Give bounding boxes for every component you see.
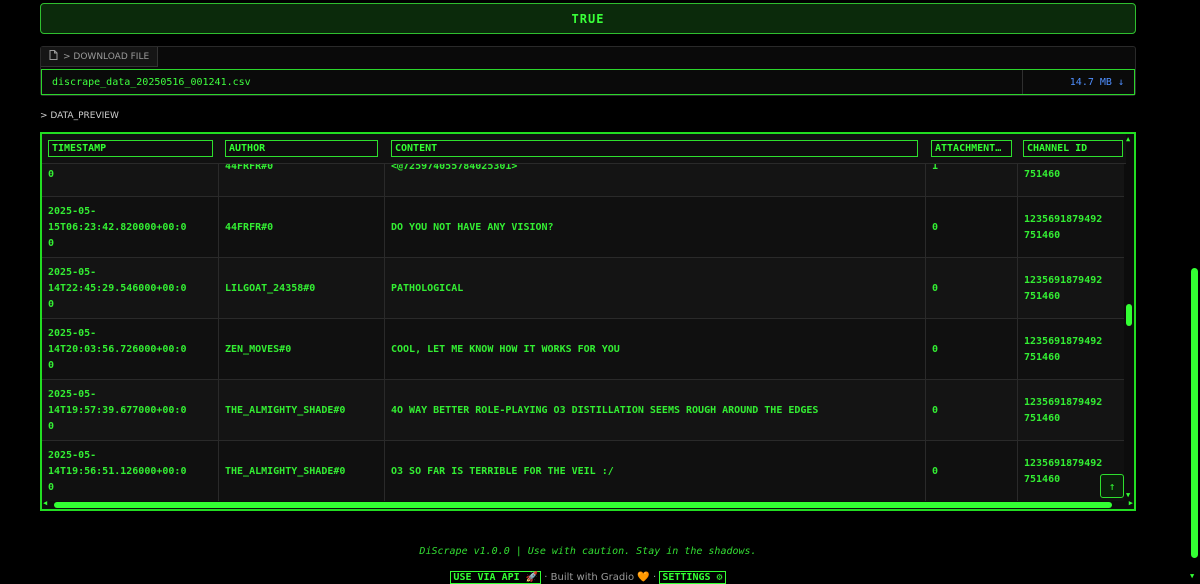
file-name[interactable]: discrape_data_20250516_001241.csv [42,77,251,88]
cell-channel-id[interactable]: 1235691879492 751460 [1018,164,1126,197]
table-row: 2025-05- 14T19:56:51.126000+00:0 0 THE_A… [42,441,1126,502]
scroll-left-arrow-icon[interactable]: ◀ [43,499,47,507]
cell-attachments[interactable]: 0 [926,258,1018,319]
table-row: 2025-05- 14T22:45:29.546000+00:0 0 LILGO… [42,258,1126,319]
table-body: 15T06:32:27.391000+00:0 0 44FRFR#0 <@725… [42,164,1126,503]
cell-timestamp[interactable]: 2025-05- 14T19:57:39.677000+00:0 0 [42,380,219,441]
footer-separator: · [649,572,660,583]
cell-content[interactable]: O3 SO FAR IS TERRIBLE FOR THE VEIL :/ [385,441,926,502]
download-file-label: > DOWNLOAD FILE [63,51,150,62]
cell-author[interactable]: 44FRFR#0 [219,164,385,197]
header-attachments[interactable]: ATTACHMENT… [931,140,1012,157]
cell-author[interactable]: THE_ALMIGHTY_SHADE#0 [219,380,385,441]
header-channel-id[interactable]: CHANNEL ID [1023,140,1123,157]
cell-attachments[interactable]: 0 [926,441,1018,502]
settings-link[interactable]: SETTINGS ⚙ [659,571,726,584]
file-download-link[interactable]: discrape_data_20250516_001241.csv 14.7 M… [41,69,1135,95]
cell-channel-id[interactable]: 1235691879492 751460 [1018,319,1126,380]
table-horizontal-scrollbar[interactable]: ◀ ▶ [42,499,1134,509]
horizontal-scroll-thumb[interactable] [54,502,1112,508]
cell-timestamp[interactable]: 2025-05- 14T20:03:56.726000+00:0 0 [42,319,219,380]
scroll-right-arrow-icon[interactable]: ▶ [1129,499,1133,507]
cell-author[interactable]: THE_ALMIGHTY_SHADE#0 [219,441,385,502]
scroll-to-top-button[interactable]: ↑ [1100,474,1124,498]
file-icon [49,50,58,63]
footer-separator: · [541,572,551,583]
cell-channel-id[interactable]: 1235691879492 751460 [1018,380,1126,441]
cell-timestamp[interactable]: 15T06:32:27.391000+00:0 0 [42,164,219,197]
download-file-panel: > DOWNLOAD FILE discrape_data_20250516_0… [40,46,1136,96]
arrow-up-icon: ↑ [1108,479,1116,493]
table-row: 2025-05- 14T20:03:56.726000+00:0 0 ZEN_M… [42,319,1126,380]
table-vertical-scrollbar[interactable]: ▲ ▼ [1124,134,1134,501]
header-timestamp[interactable]: TIMESTAMP [48,140,213,157]
cell-timestamp[interactable]: 2025-05- 14T22:45:29.546000+00:0 0 [42,258,219,319]
data-preview-table: TIMESTAMP AUTHOR CONTENT ATTACHMENT… CHA… [40,132,1136,511]
cell-content[interactable]: <@725974055784025301> [385,164,926,197]
table-row: 15T06:32:27.391000+00:0 0 44FRFR#0 <@725… [42,164,1126,197]
cell-channel-id[interactable]: 1235691879492 751460 [1018,197,1126,258]
cell-attachments[interactable]: 0 [926,319,1018,380]
cell-author[interactable]: ZEN_MOVES#0 [219,319,385,380]
page-scroll-down-arrow-icon[interactable]: ▼ [1190,572,1194,580]
table-row: 2025-05- 14T19:57:39.677000+00:0 0 THE_A… [42,380,1126,441]
download-arrow-icon: ↓ [1117,76,1124,88]
built-with-gradio-link[interactable]: Built with Gradio 🧡 [551,572,650,583]
cell-author[interactable]: 44FRFR#0 [219,197,385,258]
header-author[interactable]: AUTHOR [225,140,378,157]
cell-timestamp[interactable]: 2025-05- 14T19:56:51.126000+00:0 0 [42,441,219,502]
header-content[interactable]: CONTENT [391,140,918,157]
download-file-tab[interactable]: > DOWNLOAD FILE [41,47,159,67]
file-size-value: 14.7 MB [1069,76,1112,88]
vertical-scroll-thumb[interactable] [1126,304,1132,326]
cell-content[interactable]: DO YOU NOT HAVE ANY VISION? [385,197,926,258]
footer-links: USE VIA API 🚀 · Built with Gradio 🧡 · SE… [0,571,1176,584]
file-size[interactable]: 14.7 MB ↓ [1022,70,1134,94]
table-row: 2025-05- 15T06:23:42.820000+00:0 0 44FRF… [42,197,1126,258]
status-output: TRUE [40,3,1136,34]
page-scrollbar[interactable]: ▼ [1188,0,1200,584]
cell-attachments[interactable]: 1 [926,164,1018,197]
page-scroll-thumb[interactable] [1191,268,1198,558]
cell-content[interactable]: COOL, LET ME KNOW HOW IT WORKS FOR YOU [385,319,926,380]
table-header: TIMESTAMP AUTHOR CONTENT ATTACHMENT… CHA… [42,134,1126,164]
cell-timestamp[interactable]: 2025-05- 15T06:23:42.820000+00:0 0 [42,197,219,258]
scroll-up-arrow-icon[interactable]: ▲ [1126,135,1130,143]
cell-content[interactable]: 4O WAY BETTER ROLE-PLAYING O3 DISTILLATI… [385,380,926,441]
data-preview-label[interactable]: > DATA_PREVIEW [40,111,119,121]
scroll-down-arrow-icon[interactable]: ▼ [1126,491,1130,499]
status-value: TRUE [571,11,605,26]
cell-attachments[interactable]: 0 [926,380,1018,441]
cell-attachments[interactable]: 0 [926,197,1018,258]
footer-tagline: DiScrape v1.0.0 | Use with caution. Stay… [419,546,757,557]
cell-channel-id[interactable]: 1235691879492 751460 [1018,258,1126,319]
use-via-api-link[interactable]: USE VIA API 🚀 [450,571,542,584]
cell-author[interactable]: LILGOAT_24358#0 [219,258,385,319]
cell-content[interactable]: PATHOLOGICAL [385,258,926,319]
